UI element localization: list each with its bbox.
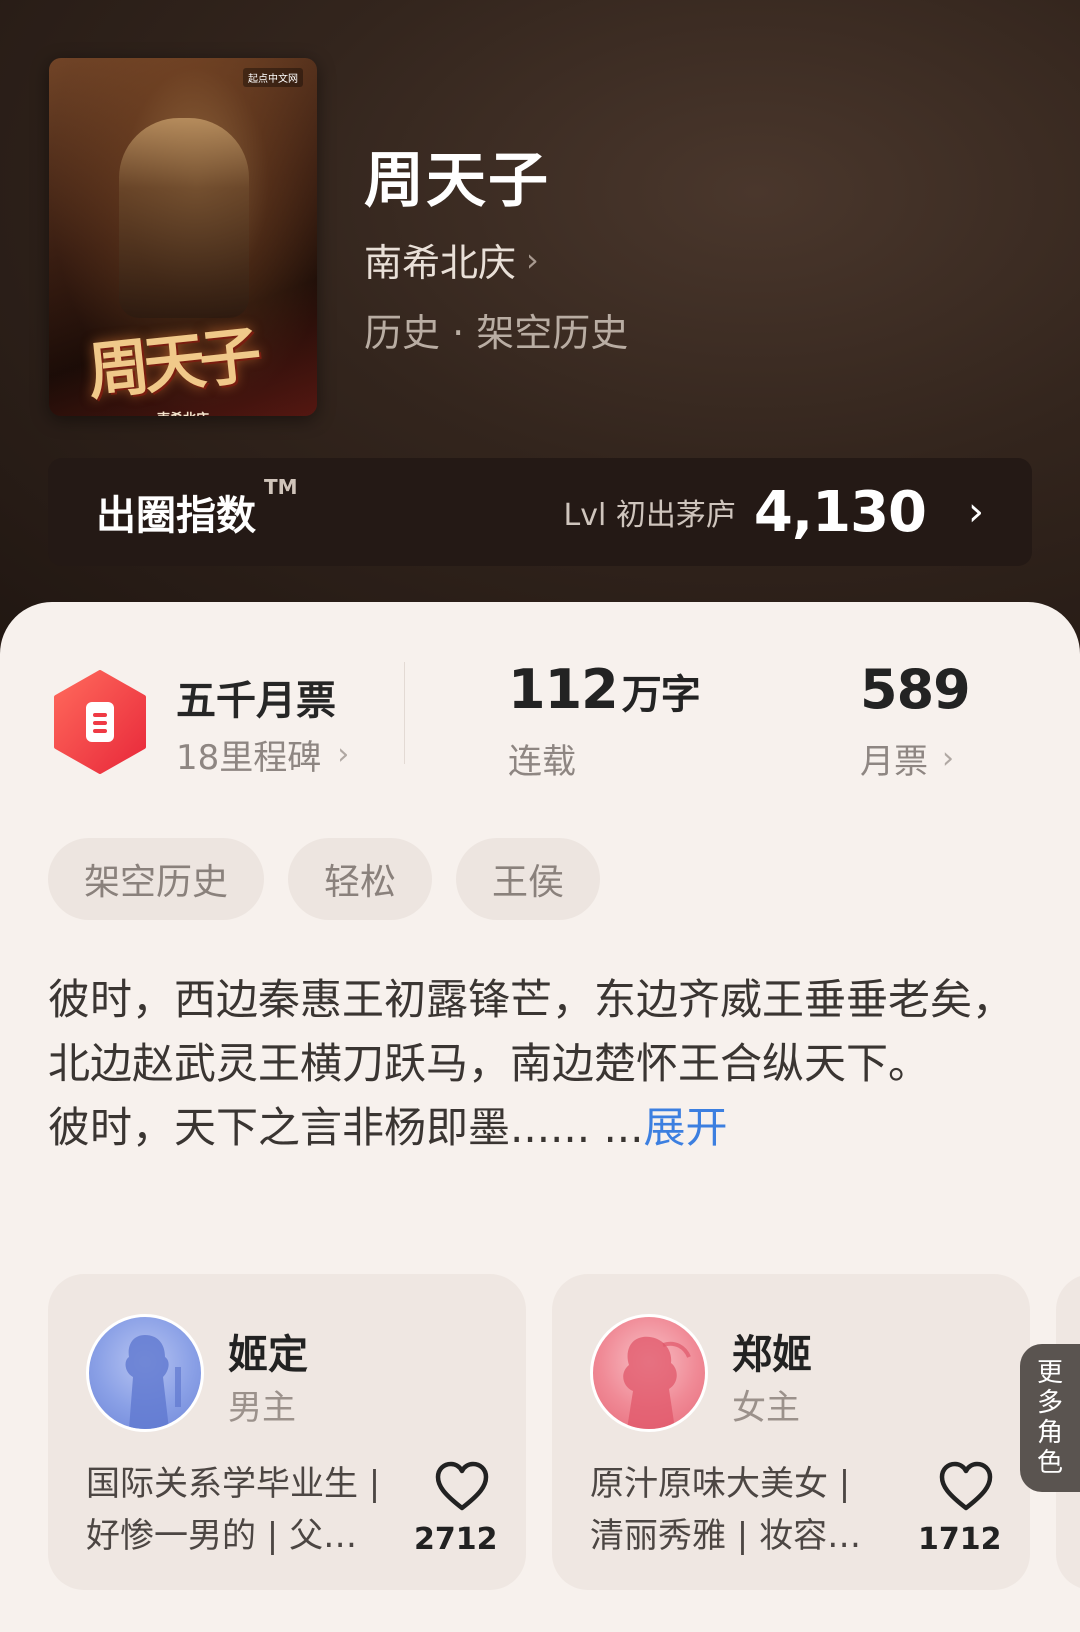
synopsis-paragraph: 彼时，天下之言非杨即墨...... ...展开 [48,1103,728,1152]
character-silhouette [623,1336,691,1429]
ticket-milestone-title[interactable]: 五千月票 [176,668,336,726]
word-count-value: 112 [508,658,619,721]
ticket-milestone-link[interactable]: 18里程碑 › [176,730,349,779]
tag-chip[interactable]: 王侯 [456,838,600,920]
chevron-right-icon: › [337,737,350,772]
cover-illustration [119,118,249,318]
popularity-index-bar[interactable]: 出圈指数TM Lvl 初出茅庐 4,130 › [48,458,1032,566]
cover-title-art: 周天子 [84,318,259,409]
monthly-votes-link[interactable]: 月票 › [860,734,954,783]
character-card[interactable]: 姬定 男主 国际关系学毕业生 | 好惨一男的 | 父… 2712 [48,1274,526,1590]
heart-icon[interactable] [938,1460,994,1512]
author-name: 南希北庆 [364,241,517,285]
synopsis[interactable]: 彼时，西边秦惠王初露锋芒，东边齐威王垂垂老矣，北边赵武灵王横刀跃马，南边楚怀王合… [48,968,1028,1160]
stats-divider [404,662,405,764]
monthly-ticket-icon [54,670,146,774]
word-count-unit: 万字 [621,672,701,718]
more-characters-button[interactable]: 更多角色 [1020,1344,1080,1492]
cover-author: 南希北庆 [157,408,209,416]
book-genre: 历史 · 架空历史 [364,311,629,355]
word-count: 112 万字 [508,658,701,721]
character-avatar [86,1314,204,1432]
character-role: 男主 [228,1388,296,1428]
index-label: 出圈指数TM [96,475,298,539]
author-link[interactable]: 南希北庆 › [364,232,539,287]
chevron-right-icon: › [942,741,954,776]
like-count: 1712 [918,1522,1002,1557]
index-score: 4,130 [753,479,927,545]
book-header: 起点中文网 周天子 南希北庆 周天子 南希北庆 › 历史 · 架空历史 出圈指数… [0,0,1080,640]
heart-icon[interactable] [434,1460,490,1512]
character-description: 国际关系学毕业生 | 好惨一男的 | 父… [86,1464,381,1556]
chevron-right-icon: › [526,240,539,279]
tag-chip[interactable]: 轻松 [288,838,432,920]
cover-publisher: 起点中文网 [243,68,303,87]
trademark-mark: TM [264,475,298,499]
expand-link[interactable]: 展开 [644,1103,728,1152]
tag-chip[interactable]: 架空历史 [48,838,264,920]
book-cover[interactable]: 起点中文网 周天子 南希北庆 [49,58,317,416]
like-count: 2712 [414,1522,498,1557]
character-name: 姬定 [228,1332,308,1378]
monthly-votes-label: 月票 [860,742,928,782]
chevron-right-icon: › [968,489,984,535]
book-title: 周天子 [364,146,550,216]
character-role: 女主 [732,1388,800,1428]
character-description: 原汁原味大美女 | 清丽秀雅 | 妆容… [590,1464,862,1556]
ticket-milestone-subtitle: 18里程碑 [176,738,322,778]
character-card[interactable]: 郑姬 女主 原汁原味大美女 | 清丽秀雅 | 妆容… 1712 [552,1274,1030,1590]
character-name: 郑姬 [732,1332,812,1378]
monthly-votes-value: 589 [860,658,971,721]
character-avatar [590,1314,708,1432]
synopsis-paragraph: 彼时，西边秦惠王初露锋芒，东边齐威王垂垂老矣，北边赵武灵王横刀跃马，南边楚怀王合… [48,975,1015,1088]
index-level: Lvl 初出茅庐 [563,498,736,533]
serial-status: 连载 [508,742,576,782]
character-silhouette [125,1335,181,1429]
